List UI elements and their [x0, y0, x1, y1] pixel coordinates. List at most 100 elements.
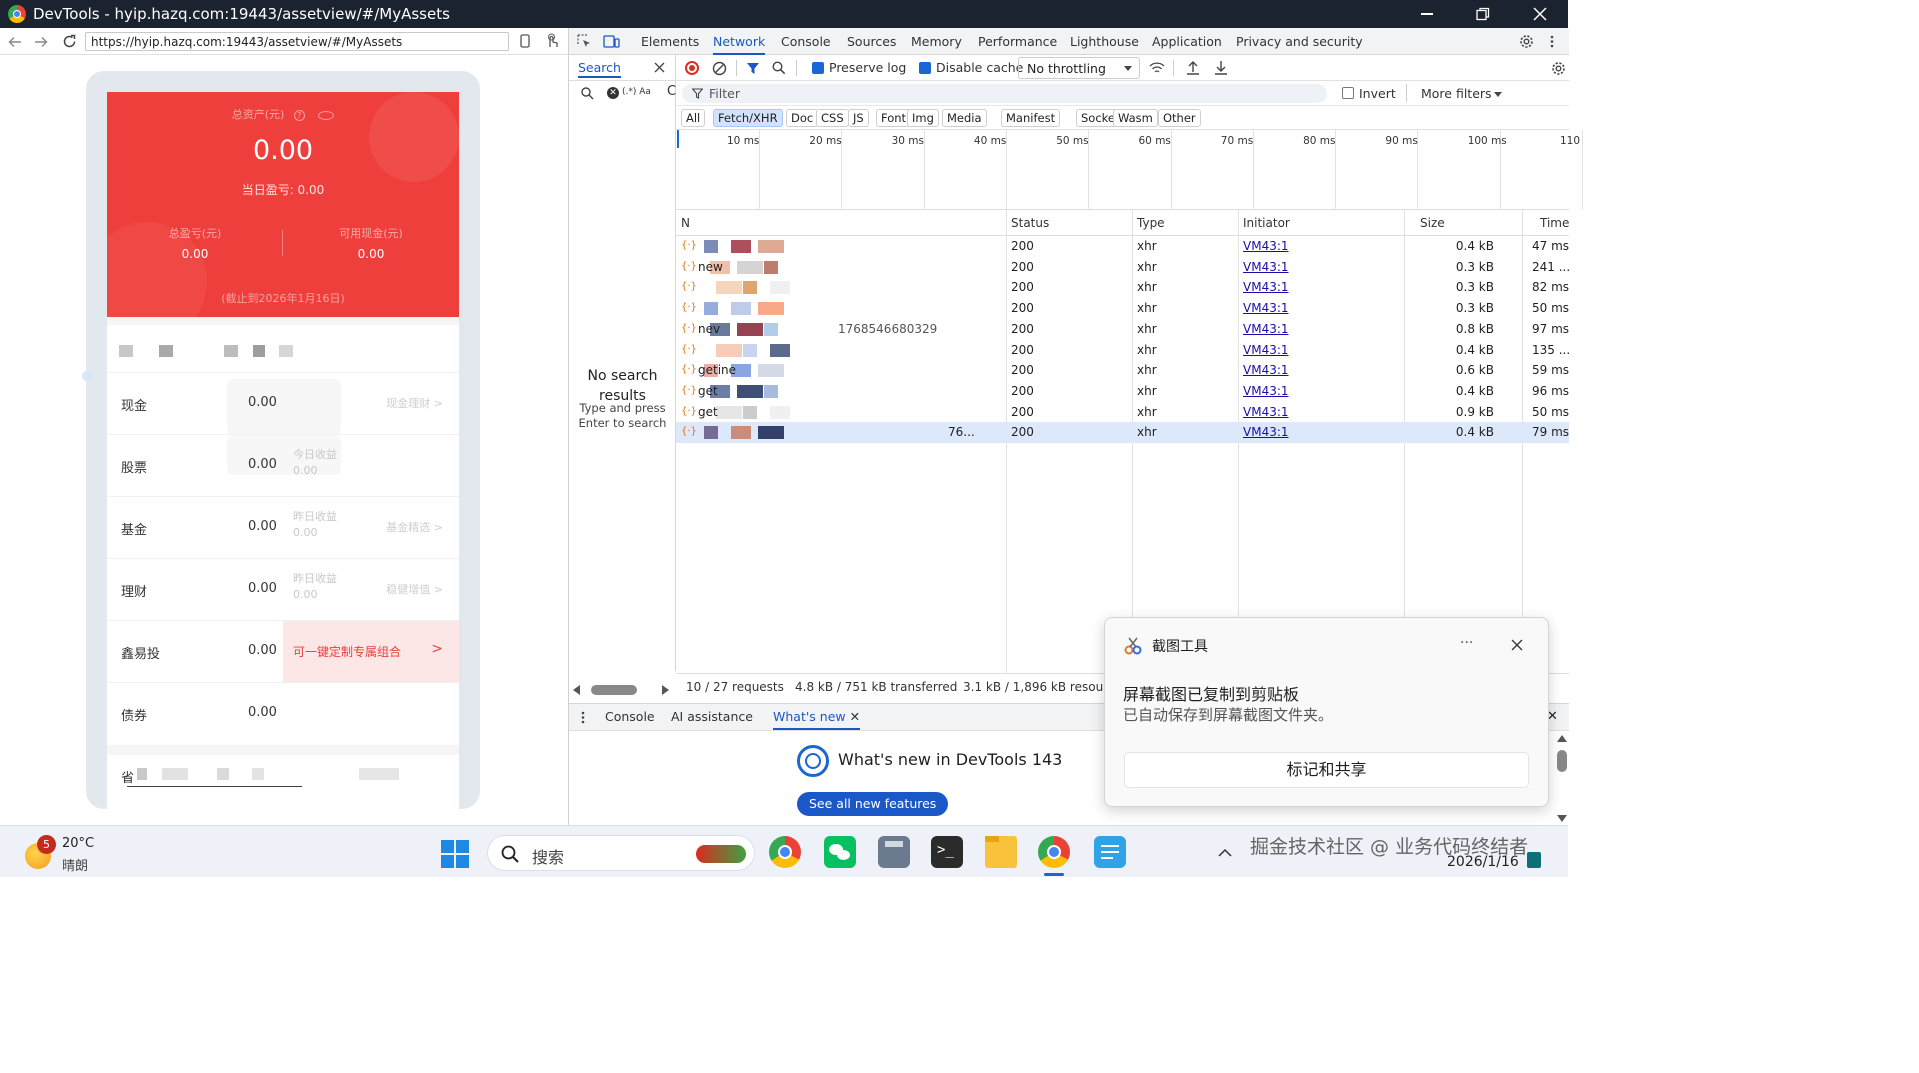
asset-row[interactable]: 可一键定制专属组合 > 鑫易投 0.00: [107, 620, 459, 683]
filter-funnel-icon[interactable]: [746, 61, 761, 76]
close-window-button[interactable]: [1517, 0, 1563, 28]
col-name[interactable]: N: [681, 216, 690, 230]
notepad-icon[interactable]: [1094, 836, 1126, 868]
cell-initiator[interactable]: VM43:1: [1243, 280, 1289, 294]
preserve-log-checkbox[interactable]: [812, 62, 824, 74]
more-options-icon[interactable]: [1549, 34, 1555, 49]
cell-initiator[interactable]: VM43:1: [1243, 301, 1289, 315]
filter-chip-font[interactable]: Font: [876, 109, 912, 127]
chevron-up-icon[interactable]: [1218, 848, 1232, 857]
filter-chip-media[interactable]: Media: [942, 109, 987, 127]
cell-initiator[interactable]: VM43:1: [1243, 322, 1289, 336]
resize-handle[interactable]: [82, 371, 92, 381]
cell-initiator[interactable]: VM43:1: [1243, 363, 1289, 377]
asset-link[interactable]: 稳健增值 >: [386, 581, 443, 597]
windows-start-icon[interactable]: [441, 840, 469, 868]
drawer-tab-ai-assistance[interactable]: AI assistance: [671, 704, 753, 730]
device-toolbar-icon[interactable]: [603, 34, 620, 49]
promo-banner[interactable]: 可一键定制专属组合 >: [283, 621, 459, 683]
minimize-button[interactable]: [1404, 0, 1450, 28]
asset-row[interactable]: 债券 0.00: [107, 682, 459, 744]
request-row[interactable]: {·} get 200 xhr VM43:1 0.9 kB 50 ms: [676, 402, 1569, 423]
clear-search-icon[interactable]: ✕: [607, 87, 619, 99]
vertical-scrollbar[interactable]: [1555, 731, 1569, 825]
device-icon[interactable]: [518, 34, 532, 49]
filter-chip-js[interactable]: JS: [848, 109, 869, 127]
network-conditions-icon[interactable]: [1149, 61, 1165, 75]
asset-row[interactable]: 现金 0.00 现金理财 >: [107, 372, 459, 435]
request-row[interactable]: {·} 76... 200 xhr VM43:1 0.4 kB 79 ms: [676, 422, 1569, 443]
more-icon[interactable]: ···: [1460, 635, 1473, 651]
cell-initiator[interactable]: VM43:1: [1243, 239, 1289, 253]
asset-link[interactable]: 基金精选 >: [386, 519, 443, 535]
tab-lighthouse[interactable]: Lighthouse: [1070, 28, 1139, 55]
tab-performance[interactable]: Performance: [978, 28, 1057, 55]
url-input[interactable]: https://hyip.hazq.com:19443/assetview/#/…: [85, 32, 509, 51]
cell-initiator[interactable]: VM43:1: [1243, 343, 1289, 357]
filter-chip-img[interactable]: Img: [907, 109, 939, 127]
filter-chip-all[interactable]: All: [681, 109, 706, 127]
filter-chip-css[interactable]: CSS: [816, 109, 849, 127]
reload-icon[interactable]: [62, 34, 77, 49]
tab-console[interactable]: Console: [781, 28, 831, 55]
tab-privacy-and-security[interactable]: Privacy and security: [1236, 28, 1363, 55]
taskbar-date[interactable]: 2026/1/16: [1447, 854, 1519, 870]
drawer-tab-console[interactable]: Console: [605, 704, 655, 730]
search-options[interactable]: (.*) Aa: [622, 87, 651, 97]
filter-chip-manifest[interactable]: Manifest: [1001, 109, 1061, 127]
settings-gear-icon[interactable]: [1519, 34, 1534, 49]
request-row[interactable]: {·} nev 200 xhr VM43:1 0.8 kB 97 ms 17685466803…: [676, 319, 1569, 340]
asset-row[interactable]: 股票 0.00 今日收益 0.00: [107, 434, 459, 496]
search-network-icon[interactable]: [772, 61, 786, 75]
col-time[interactable]: Time: [1540, 216, 1569, 230]
notification-icon[interactable]: [1527, 852, 1541, 868]
forward-arrow-icon[interactable]: [34, 35, 48, 49]
calculator-icon[interactable]: [878, 836, 910, 868]
request-row[interactable]: {·} get 200 xhr VM43:1 0.4 kB 96 ms: [676, 381, 1569, 402]
snipping-tool-notification[interactable]: 截图工具 ··· 屏幕截图已复制到剪贴板 已自动保存到屏幕截图文件夹。 标记和共…: [1104, 617, 1549, 807]
see-all-features-button[interactable]: See all new features: [797, 792, 949, 816]
tab-network[interactable]: Network: [713, 28, 766, 55]
filter-chip-wasm[interactable]: Wasm: [1113, 109, 1158, 127]
close-search-icon[interactable]: [654, 62, 665, 73]
horizontal-scrollbar[interactable]: [569, 680, 676, 700]
tab-sources[interactable]: Sources: [847, 28, 896, 55]
mark-and-share-button[interactable]: 标记和共享: [1124, 752, 1529, 788]
request-row[interactable]: {·} 200 xhr VM43:1 0.4 kB 135 ...: [676, 340, 1570, 361]
filter-chip-fetch-xhr[interactable]: Fetch/XHR: [713, 109, 783, 127]
col-type[interactable]: Type: [1137, 216, 1165, 230]
record-stop-icon[interactable]: [685, 61, 699, 75]
asset-row[interactable]: 理财 0.00 稳健增值 > 昨日收益 0.00: [107, 558, 459, 620]
filter-chip-other[interactable]: Other: [1158, 109, 1201, 127]
back-arrow-icon[interactable]: [8, 35, 22, 49]
request-row[interactable]: {·} 200 xhr VM43:1 0.4 kB 47 ms: [676, 236, 1569, 257]
invert-checkbox[interactable]: [1342, 87, 1354, 99]
drawer-menu-icon[interactable]: [581, 711, 585, 724]
col-initiator[interactable]: Initiator: [1243, 216, 1290, 230]
cell-initiator[interactable]: VM43:1: [1243, 384, 1289, 398]
export-har-icon[interactable]: [1214, 60, 1228, 75]
tab-memory[interactable]: Memory: [911, 28, 962, 55]
network-settings-gear-icon[interactable]: [1551, 61, 1566, 76]
clear-icon[interactable]: [712, 61, 727, 76]
weather-temp[interactable]: 20°C: [62, 836, 94, 851]
restore-button[interactable]: [1460, 0, 1506, 28]
col-size[interactable]: Size: [1420, 216, 1445, 230]
request-row[interactable]: {·} getine 200 xhr VM43:1 0.6 kB 59 ms: [676, 360, 1569, 381]
chrome-active-taskbar-icon[interactable]: [1038, 836, 1070, 868]
tab-search[interactable]: Search: [578, 60, 621, 78]
drawer-tab-whats-new[interactable]: What's new ✕: [773, 704, 861, 730]
disable-cache-checkbox[interactable]: [919, 62, 931, 74]
filter-input[interactable]: Filter: [682, 84, 1327, 103]
cell-initiator[interactable]: VM43:1: [1243, 405, 1289, 419]
throttling-select[interactable]: No throttling: [1018, 57, 1140, 79]
filter-chip-doc[interactable]: Doc: [786, 109, 819, 127]
asset-link[interactable]: 现金理财 >: [386, 395, 443, 411]
more-filters-dropdown[interactable]: More filters: [1421, 86, 1492, 101]
inspect-element-icon[interactable]: [577, 34, 592, 49]
tab-application[interactable]: Application: [1152, 28, 1222, 55]
close-icon[interactable]: [1511, 639, 1523, 651]
asset-row[interactable]: 基金 0.00 基金精选 > 昨日收益 0.00: [107, 496, 459, 558]
cell-initiator[interactable]: VM43:1: [1243, 425, 1289, 439]
eye-icon[interactable]: [318, 110, 335, 120]
